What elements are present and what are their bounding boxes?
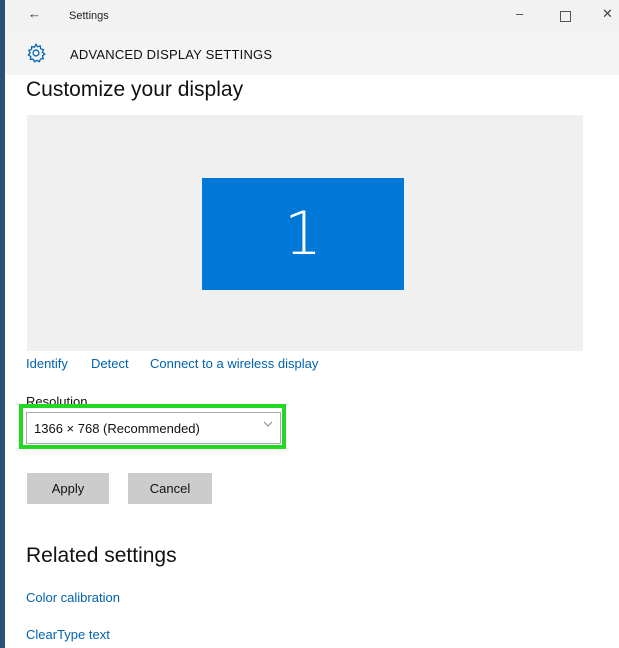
- cancel-button[interactable]: Cancel: [128, 473, 212, 504]
- gear-icon: [27, 42, 46, 63]
- close-button[interactable]: ✕: [602, 6, 613, 22]
- minimize-button[interactable]: –: [516, 6, 523, 21]
- monitor-tile[interactable]: 1: [202, 178, 404, 290]
- maximize-button[interactable]: [560, 11, 571, 22]
- customize-heading: Customize your display: [26, 78, 244, 101]
- page-title: ADVANCED DISPLAY SETTINGS: [70, 47, 273, 62]
- identify-link[interactable]: Identify: [26, 356, 68, 371]
- cleartype-text-link[interactable]: ClearType text: [26, 627, 110, 642]
- color-calibration-link[interactable]: Color calibration: [26, 590, 120, 605]
- wireless-display-link[interactable]: Connect to a wireless display: [150, 356, 318, 371]
- app-title: Settings: [69, 10, 109, 22]
- detect-link[interactable]: Detect: [91, 356, 129, 371]
- related-settings-heading: Related settings: [26, 544, 177, 567]
- back-arrow-icon[interactable]: ←: [28, 6, 41, 21]
- window-left-edge: [0, 0, 5, 648]
- apply-button[interactable]: Apply: [27, 473, 109, 504]
- monitor-number: 1: [283, 199, 323, 269]
- resolution-highlight-box: [19, 404, 286, 449]
